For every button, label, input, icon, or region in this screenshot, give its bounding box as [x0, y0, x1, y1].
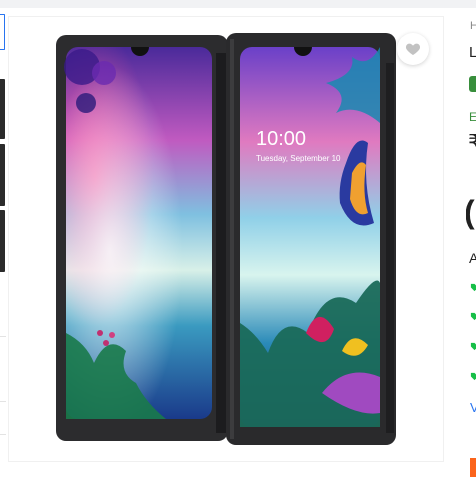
- lockscreen-time: 10:00: [256, 128, 306, 150]
- view-more-offers-link[interactable]: V: [470, 400, 476, 415]
- offer-tag-icon: [470, 342, 476, 351]
- offer-tag-icon: [470, 283, 476, 292]
- thumbnail-list: [0, 14, 6, 464]
- offer-tag-icon: [470, 312, 476, 321]
- price-symbol: ₹: [468, 130, 476, 155]
- thumbnail-4[interactable]: [0, 210, 5, 272]
- offer-tag-icon: [470, 372, 476, 381]
- price-heading: (: [466, 194, 475, 231]
- thumbnail-divider: [0, 401, 6, 402]
- rating-badge: [469, 76, 476, 92]
- buy-button[interactable]: [470, 458, 476, 477]
- wishlist-button[interactable]: [397, 33, 429, 65]
- extra-offer-label: E: [469, 110, 476, 124]
- thumbnail-2[interactable]: [0, 79, 5, 139]
- dual-screen-phone: 10:00 Tuesday, September 10: [56, 33, 396, 445]
- breadcrumb[interactable]: H: [470, 20, 476, 32]
- thumbnail-3[interactable]: [0, 144, 5, 206]
- product-details-panel: H L E ₹ ( A V: [466, 0, 476, 477]
- available-offers-heading: A: [469, 250, 476, 266]
- heart-icon: [405, 43, 421, 55]
- product-image[interactable]: 10:00 Tuesday, September 10: [56, 33, 396, 445]
- thumbnail-1[interactable]: [0, 14, 5, 50]
- thumbnail-divider: [0, 336, 6, 337]
- product-title: L: [469, 44, 476, 61]
- lockscreen-date: Tuesday, September 10: [256, 154, 341, 163]
- thumbnail-divider: [0, 434, 6, 435]
- top-strip: [0, 0, 476, 8]
